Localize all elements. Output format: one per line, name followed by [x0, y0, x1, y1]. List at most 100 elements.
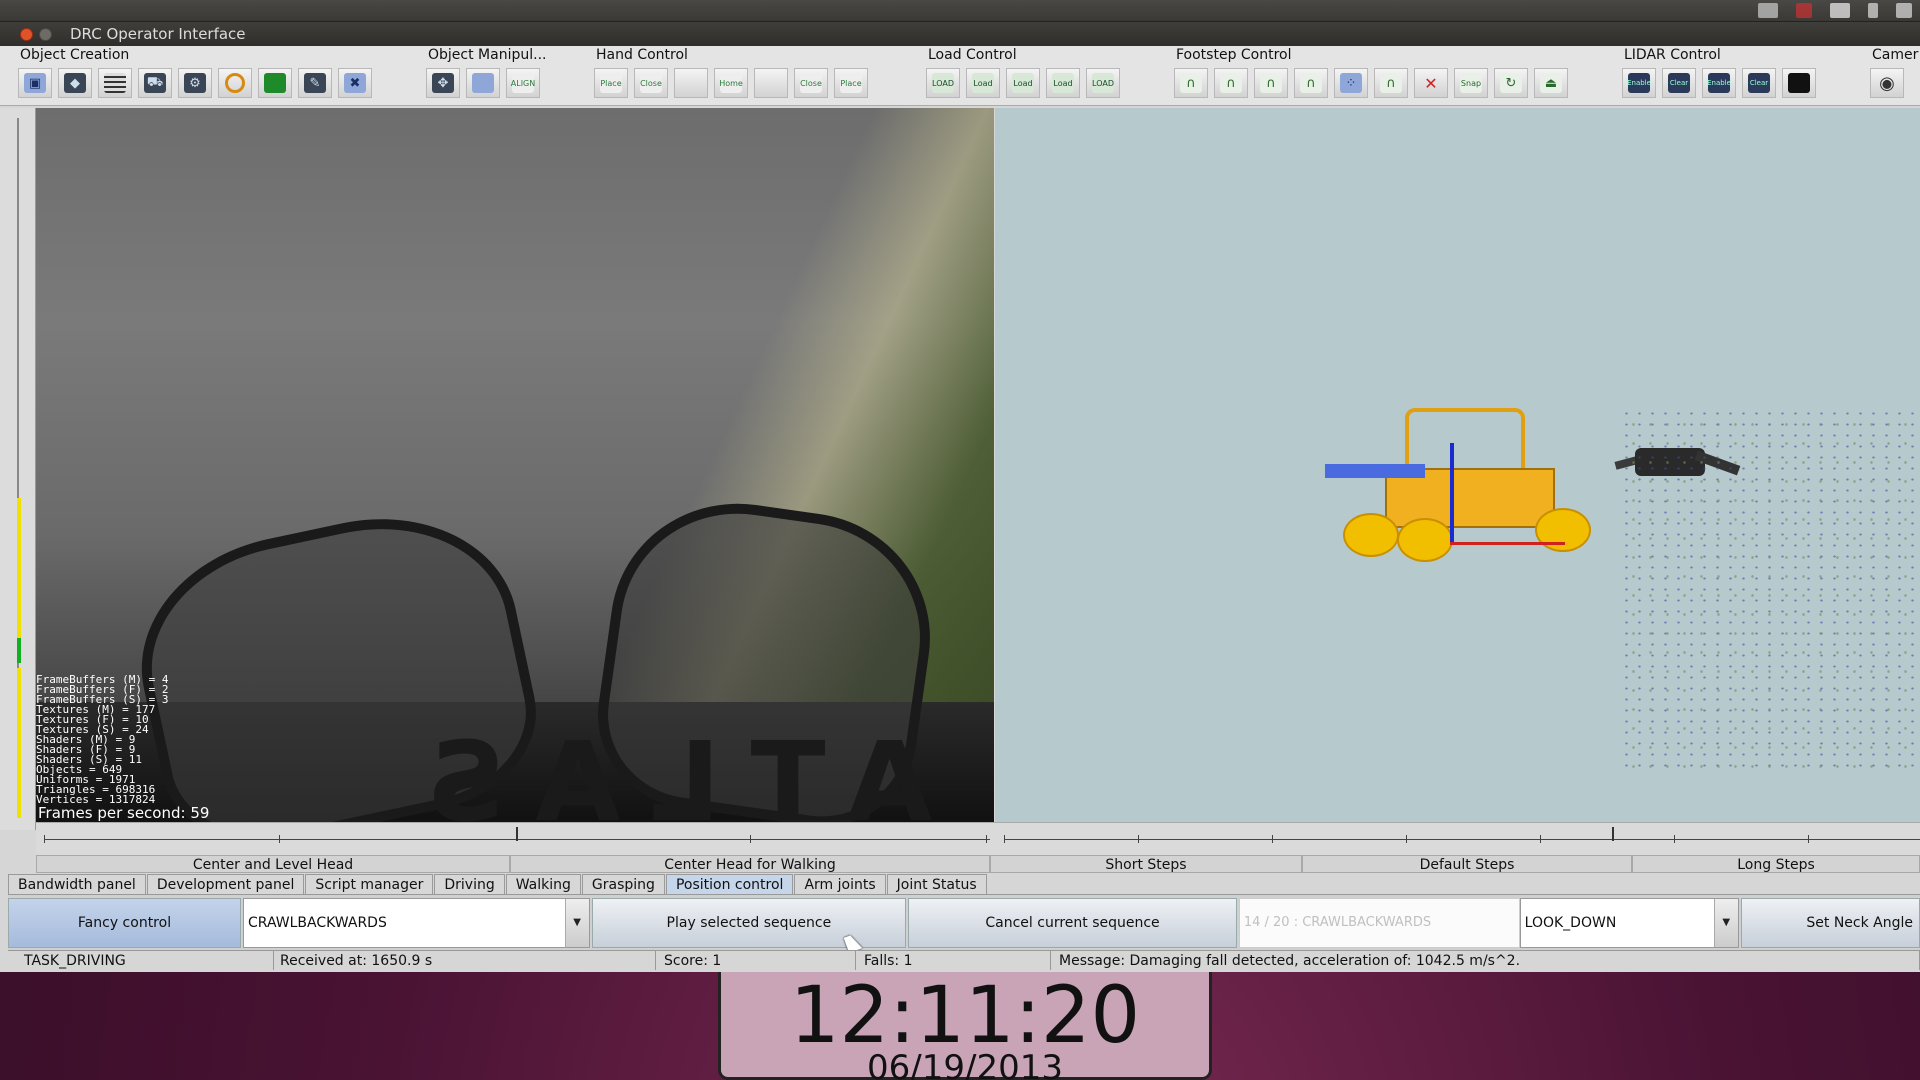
footstep-button-3[interactable]: ∩ — [1254, 68, 1288, 98]
load-icon: Load — [1012, 73, 1034, 93]
z-axis-marker — [1450, 443, 1454, 543]
footstep-button-6[interactable]: ∩ — [1374, 68, 1408, 98]
center-head-walking-button[interactable]: Center Head for Walking — [510, 855, 990, 873]
tab-walking[interactable]: Walking — [505, 874, 581, 894]
step-slider-thumb[interactable] — [1612, 827, 1614, 841]
tab-joint-status[interactable]: Joint Status — [886, 874, 987, 894]
tab-development-panel[interactable]: Development panel — [146, 874, 305, 894]
chevron-down-icon[interactable]: ▼ — [1713, 898, 1738, 947]
falls: Falls: 1 — [856, 951, 1051, 970]
footstep-send-button[interactable]: ⏏ — [1534, 68, 1568, 98]
load-button-3[interactable]: Load — [1006, 68, 1040, 98]
camera-view-button[interactable]: ◉ — [1870, 68, 1904, 98]
position-control-panel: Fancy control CRAWLBACKWARDS ▼ Play sele… — [8, 894, 1920, 950]
move-icon: ✥ — [432, 73, 454, 93]
look-direction-select[interactable]: LOOK_DOWN ▼ — [1519, 897, 1739, 948]
delete-object-button[interactable]: ✖ — [338, 68, 372, 98]
chevron-down-icon[interactable]: ▼ — [564, 898, 589, 947]
long-steps-button[interactable]: Long Steps — [1632, 855, 1920, 873]
toolbar-group-footstep-control: Footstep Control ∩ ∩ ∩ ∩ ⁘ ∩ ✕ Snap ↻ ⏏ — [1172, 46, 1568, 106]
default-steps-button[interactable]: Default Steps — [1302, 855, 1632, 873]
lidar-point-cloud — [1620, 408, 1920, 768]
right-hand-place-button[interactable]: Place — [834, 68, 868, 98]
toolbar-group-load-control: Load Control LOAD Load Load Load LOAD — [924, 46, 1120, 106]
tab-position-control[interactable]: Position control — [665, 874, 794, 894]
keyboard-indicator-icon[interactable] — [1758, 3, 1778, 18]
load-button-1[interactable]: LOAD — [926, 68, 960, 98]
toolbar-group-lidar-control: LIDAR Control Enable Clear Enable Clear — [1620, 46, 1816, 106]
load-button-5[interactable]: LOAD — [1086, 68, 1120, 98]
create-block-button[interactable] — [258, 68, 292, 98]
mail-icon[interactable] — [1830, 3, 1850, 18]
footstep-button-2[interactable]: ∩ — [1214, 68, 1248, 98]
3d-scene-view[interactable] — [995, 108, 1920, 822]
create-box-button[interactable]: ▣ — [18, 68, 52, 98]
lidar-enable-button[interactable]: Enable — [1622, 68, 1656, 98]
minimize-window-icon[interactable] — [39, 27, 52, 41]
footstep-points-button[interactable]: ⁘ — [1334, 68, 1368, 98]
left-hand-place-button[interactable]: Place — [594, 68, 628, 98]
tick — [986, 835, 987, 843]
snap-footsteps-button[interactable]: Snap — [1454, 68, 1488, 98]
hand-place-icon: Place — [840, 73, 862, 93]
create-drill-button[interactable]: ✎ — [298, 68, 332, 98]
battery-icon[interactable] — [1796, 3, 1812, 18]
right-hand-blank-button[interactable] — [754, 68, 788, 98]
left-hand-blank-button[interactable] — [674, 68, 708, 98]
load-button-4[interactable]: Load — [1046, 68, 1080, 98]
load-button-2[interactable]: Load — [966, 68, 1000, 98]
footstep-icon: ∩ — [1180, 73, 1202, 93]
task-status: TASK_DRIVING — [8, 951, 274, 970]
group-title: Object Creation — [20, 47, 130, 63]
select-object-button[interactable] — [466, 68, 500, 98]
create-valve-button[interactable]: ⚙ — [178, 68, 212, 98]
create-vehicle-button[interactable]: ⛟ — [138, 68, 172, 98]
sequence-select[interactable]: CRAWLBACKWARDS ▼ — [243, 897, 590, 948]
align-button[interactable]: ALIGN — [506, 68, 540, 98]
robot-camera-view[interactable]: ATLAS FrameBuffers (M) = 4 FrameBuffers … — [36, 108, 994, 822]
bluetooth-icon[interactable] — [1868, 3, 1878, 18]
lidar-black-button[interactable] — [1782, 68, 1816, 98]
main-toolbar: Object Creation ▣ ◆ ⛟ ⚙ ✎ ✖ Object Manip… — [0, 46, 1920, 106]
step-length-slider[interactable] — [1004, 839, 1920, 840]
lidar-icon: Enable — [1627, 73, 1651, 93]
lidar-clear-2-button[interactable]: Clear — [1742, 68, 1776, 98]
footstep-turn-button[interactable]: ↻ — [1494, 68, 1528, 98]
tab-script-manager[interactable]: Script manager — [305, 874, 434, 894]
short-steps-button[interactable]: Short Steps — [990, 855, 1302, 873]
right-hand-close-button[interactable]: Close — [794, 68, 828, 98]
vehicle-model[interactable] — [1325, 408, 1591, 562]
tick — [1540, 835, 1541, 843]
create-grid-button[interactable] — [98, 68, 132, 98]
tab-driving[interactable]: Driving — [434, 874, 505, 894]
received-at: Received at: 1650.9 s — [274, 951, 656, 970]
lidar-enable-2-button[interactable]: Enable — [1702, 68, 1736, 98]
footstep-button-4[interactable]: ∩ — [1294, 68, 1328, 98]
hand-home-button[interactable]: Home — [714, 68, 748, 98]
close-window-icon[interactable] — [20, 27, 33, 41]
left-hand-close-button[interactable]: Close — [634, 68, 668, 98]
footstep-icon: ∩ — [1220, 73, 1242, 93]
head-slider-thumb[interactable] — [516, 827, 518, 841]
green-indicator — [17, 638, 21, 663]
tab-grasping[interactable]: Grasping — [581, 874, 665, 894]
turn-icon: ↻ — [1500, 73, 1522, 93]
create-ring-button[interactable] — [218, 68, 252, 98]
fps-readout: Frames per second: 59 — [38, 804, 210, 822]
move-object-button[interactable]: ✥ — [426, 68, 460, 98]
status-bar: TASK_DRIVING Received at: 1650.9 s Score… — [8, 950, 1920, 970]
cancel-sequence-button[interactable]: Cancel current sequence — [908, 897, 1237, 948]
network-icon[interactable] — [1896, 3, 1912, 18]
title-bar: DRC Operator Interface — [0, 22, 1920, 46]
tick — [1406, 835, 1407, 843]
set-neck-angle-button[interactable]: Set Neck Angle — [1740, 897, 1920, 948]
fancy-control-button[interactable]: Fancy control — [8, 897, 242, 948]
footstep-button-1[interactable]: ∩ — [1174, 68, 1208, 98]
group-title: Camer — [1872, 47, 1919, 63]
center-level-head-button[interactable]: Center and Level Head — [36, 855, 510, 873]
tab-arm-joints[interactable]: Arm joints — [794, 874, 886, 894]
create-cube-button[interactable]: ◆ — [58, 68, 92, 98]
lidar-clear-button[interactable]: Clear — [1662, 68, 1696, 98]
tab-bandwidth-panel[interactable]: Bandwidth panel — [8, 874, 146, 894]
clear-footsteps-button[interactable]: ✕ — [1414, 68, 1448, 98]
